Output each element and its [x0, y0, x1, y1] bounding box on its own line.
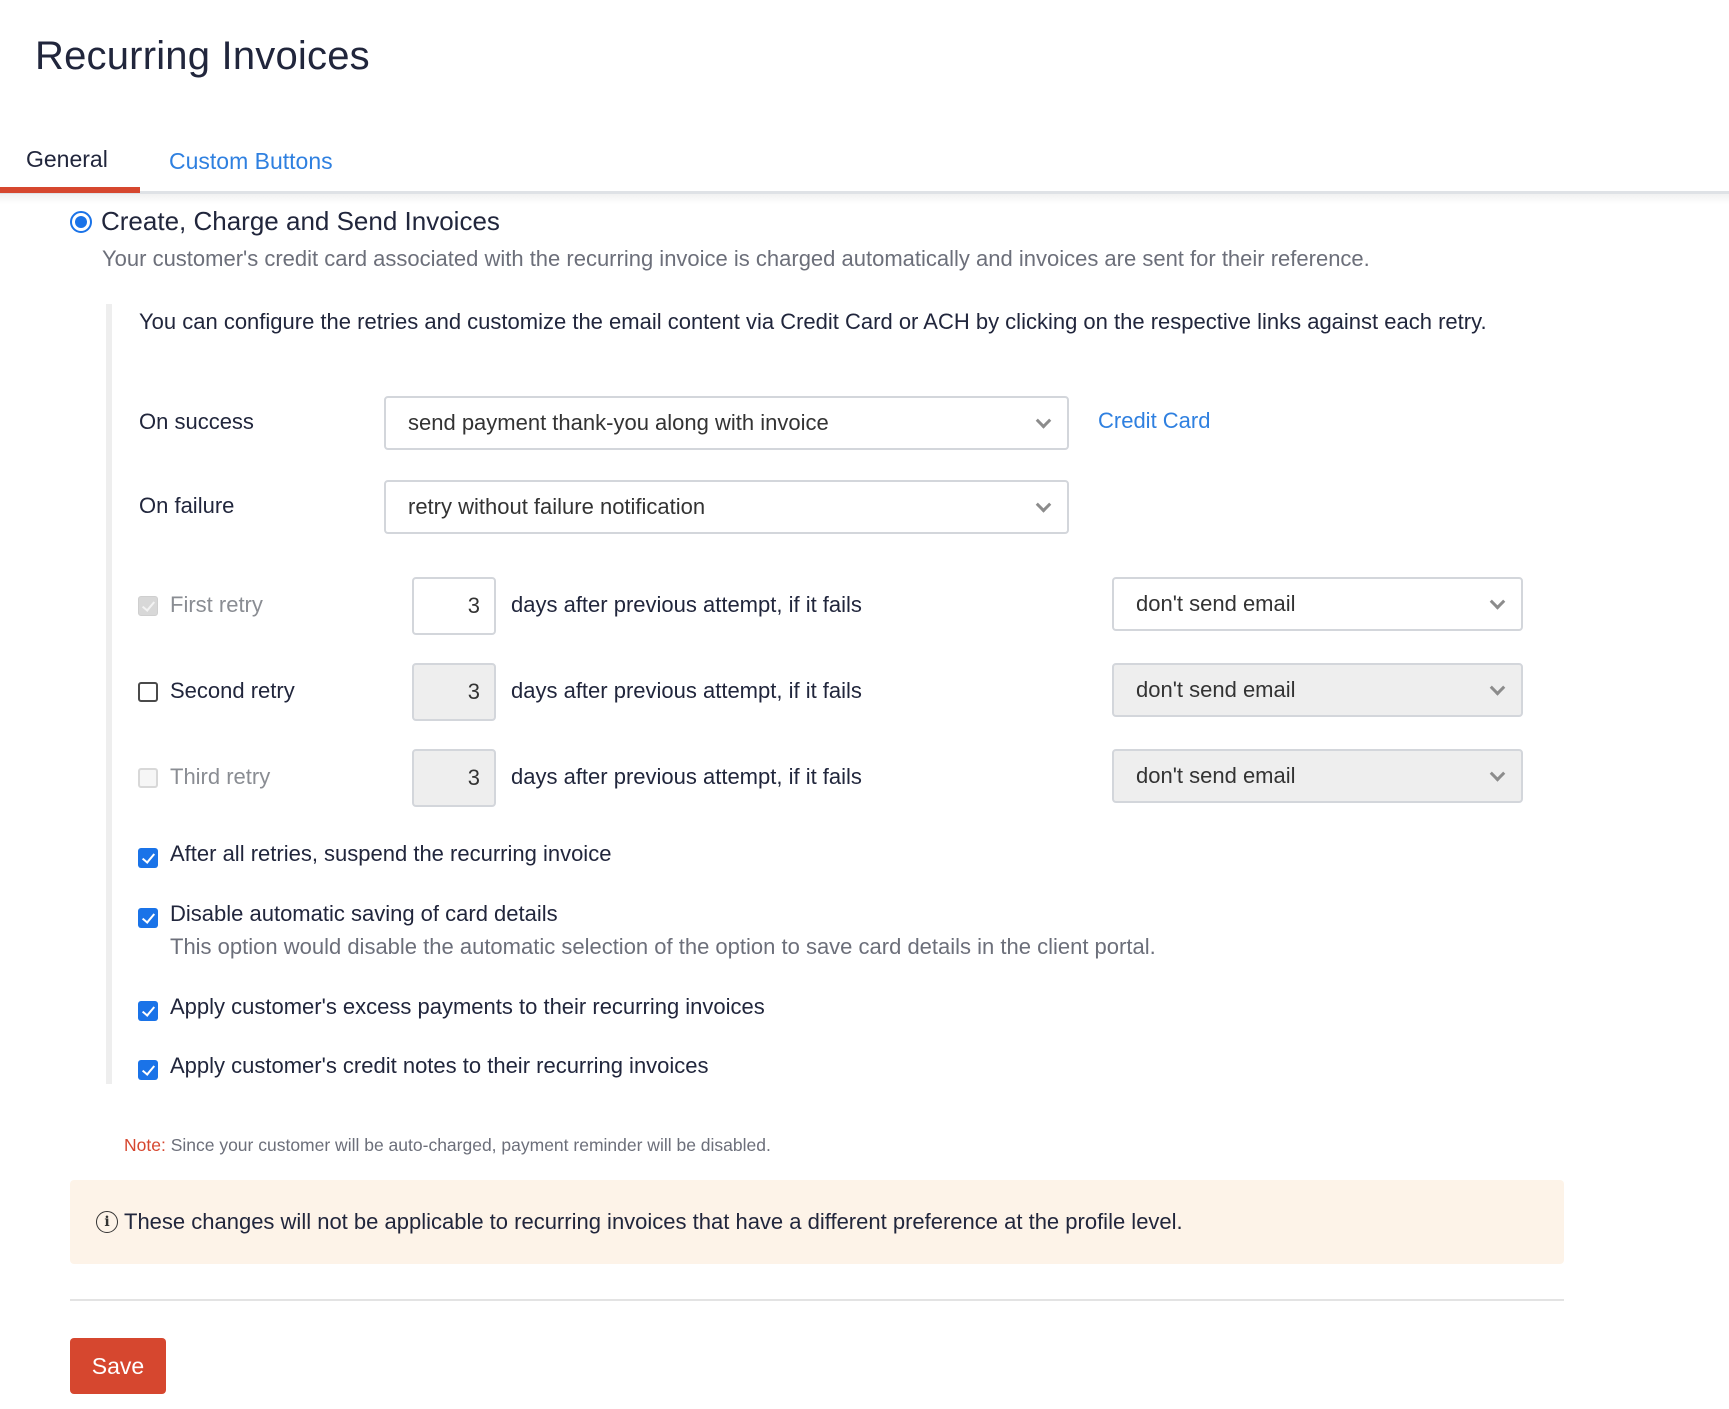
third-retry-days-text: days after previous attempt, if it fails	[511, 764, 862, 789]
apply-credit-notes-checkbox[interactable]	[138, 1060, 158, 1080]
on-success-label: On success	[139, 409, 254, 434]
tab-custom-buttons[interactable]: Custom Buttons	[169, 148, 333, 175]
chevron-down-icon	[1489, 766, 1506, 782]
tab-general[interactable]: General	[26, 146, 108, 173]
retry-row-first: First retry 3 days after previous attemp…	[0, 575, 1729, 635]
first-retry-days-input[interactable]: 3	[412, 577, 496, 635]
chevron-down-icon	[1489, 594, 1506, 610]
on-failure-label: On failure	[139, 493, 235, 518]
first-retry-checkbox[interactable]	[138, 596, 158, 616]
disable-card-saving-help: This option would disable the automatic …	[170, 934, 1156, 959]
info-icon: i	[96, 1211, 118, 1233]
note-label: Note:	[124, 1135, 166, 1155]
note-text: Note: Since your customer will be auto-c…	[124, 1135, 771, 1156]
tab-bar: General Custom Buttons	[0, 138, 1729, 204]
radio-button[interactable]	[70, 210, 92, 233]
disable-card-saving-checkbox[interactable]	[138, 908, 158, 928]
on-success-select[interactable]: send payment thank-you along with invoic…	[384, 396, 1069, 450]
second-retry-days-text: days after previous attempt, if it fails	[511, 678, 862, 703]
second-retry-checkbox[interactable]	[138, 682, 158, 702]
second-retry-days-input[interactable]: 3	[412, 663, 496, 721]
apply-excess-payments-checkbox[interactable]	[138, 1001, 158, 1021]
third-retry-label: Third retry	[170, 764, 271, 789]
third-retry-email-select[interactable]: don't send email	[1112, 749, 1523, 803]
save-button[interactable]: Save	[70, 1338, 166, 1394]
tab-bar-shadow	[0, 194, 1729, 204]
mode-description: Your customer's credit card associated w…	[102, 246, 1370, 271]
on-failure-select[interactable]: retry without failure notification	[384, 480, 1069, 534]
second-retry-label: Second retry	[170, 678, 295, 703]
chevron-down-icon	[1489, 680, 1506, 696]
first-retry-label: First retry	[170, 592, 263, 617]
page-title: Recurring Invoices	[35, 34, 370, 78]
first-retry-email-value: don't send email	[1136, 591, 1296, 616]
chevron-down-icon	[1035, 413, 1052, 429]
third-retry-checkbox[interactable]	[138, 768, 158, 788]
second-retry-email-select[interactable]: don't send email	[1112, 663, 1523, 717]
on-failure-value: retry without failure notification	[408, 494, 706, 519]
suspend-after-retries-label: After all retries, suspend the recurring…	[170, 841, 612, 866]
footer-divider	[70, 1299, 1564, 1301]
chevron-down-icon	[1035, 497, 1052, 513]
mode-label: Create, Charge and Send Invoices	[101, 206, 500, 236]
suspend-after-retries-checkbox[interactable]	[138, 848, 158, 868]
on-success-value: send payment thank-you along with invoic…	[408, 410, 829, 435]
second-retry-email-value: don't send email	[1136, 677, 1296, 702]
apply-excess-payments-label: Apply customer's excess payments to thei…	[170, 994, 765, 1019]
disable-card-saving-label: Disable automatic saving of card details	[170, 901, 558, 926]
first-retry-days-text: days after previous attempt, if it fails	[511, 592, 862, 617]
retry-row-third: Third retry 3 days after previous attemp…	[0, 747, 1729, 807]
active-tab-indicator	[0, 187, 140, 193]
radio-selected-dot	[75, 215, 87, 228]
config-intro-text: You can configure the retries and custom…	[139, 309, 1487, 334]
info-banner-text: These changes will not be applicable to …	[124, 1209, 1183, 1234]
note-body: Since your customer will be auto-charged…	[165, 1135, 771, 1155]
credit-card-link[interactable]: Credit Card	[1098, 408, 1210, 434]
third-retry-email-value: don't send email	[1136, 763, 1296, 788]
retry-row-second: Second retry 3 days after previous attem…	[0, 661, 1729, 721]
info-banner: i These changes will not be applicable t…	[70, 1180, 1564, 1264]
first-retry-email-select[interactable]: don't send email	[1112, 577, 1523, 631]
mode-radio-option[interactable]: Create, Charge and Send Invoices	[70, 206, 500, 237]
apply-credit-notes-label: Apply customer's credit notes to their r…	[170, 1053, 709, 1078]
third-retry-days-input[interactable]: 3	[412, 749, 496, 807]
